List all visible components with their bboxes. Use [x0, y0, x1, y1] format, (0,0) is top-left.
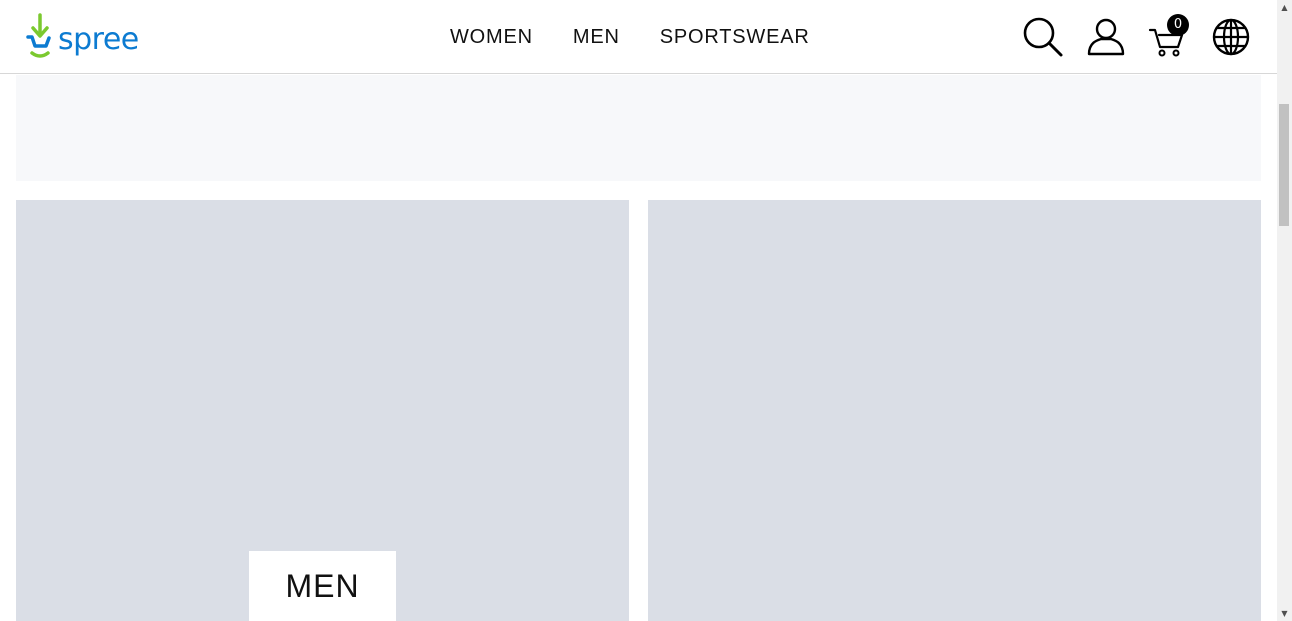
cart-count-badge: 0	[1167, 14, 1189, 36]
scroll-down-arrow[interactable]: ▼	[1277, 606, 1292, 621]
user-icon	[1087, 18, 1125, 56]
account-button[interactable]	[1085, 16, 1127, 58]
site-header: spree WOMEN MEN SPORTSWEAR 0	[0, 0, 1277, 74]
search-icon	[1023, 17, 1063, 57]
category-tile-secondary[interactable]	[648, 200, 1261, 621]
scroll-up-arrow[interactable]: ▲	[1277, 0, 1292, 15]
nav-item-women[interactable]: WOMEN	[450, 26, 533, 49]
category-label-men[interactable]: MEN	[249, 551, 396, 621]
page-scrollbar[interactable]: ▲ ▼	[1277, 0, 1292, 621]
spree-logo-mark-icon	[26, 13, 51, 58]
main-nav: WOMEN MEN SPORTSWEAR	[430, 0, 830, 74]
spree-logo[interactable]: spree	[24, 12, 144, 62]
hero-banner-placeholder	[16, 75, 1261, 181]
logo-text: spree	[58, 22, 139, 57]
locale-button[interactable]	[1210, 16, 1252, 58]
category-tile-men[interactable]: MEN	[16, 200, 629, 621]
nav-item-men[interactable]: MEN	[573, 26, 620, 49]
page: spree WOMEN MEN SPORTSWEAR 0 MEN ▲ ▼	[0, 0, 1292, 621]
nav-item-sportswear[interactable]: SPORTSWEAR	[660, 26, 810, 49]
cart-button[interactable]: 0	[1147, 14, 1189, 58]
globe-icon	[1212, 18, 1250, 56]
search-button[interactable]	[1022, 16, 1064, 58]
scrollbar-thumb[interactable]	[1279, 104, 1289, 226]
